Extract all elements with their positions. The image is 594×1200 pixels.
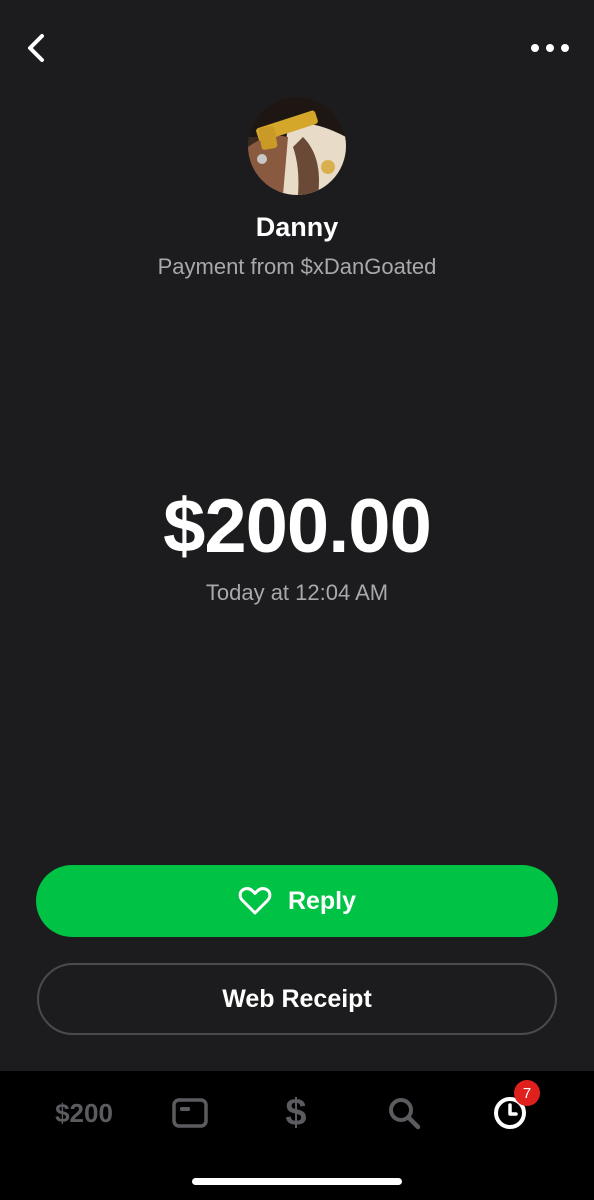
home-indicator[interactable] — [192, 1178, 402, 1185]
payment-timestamp: Today at 12:04 AM — [205, 580, 389, 605]
web-receipt-button[interactable]: Web Receipt — [37, 963, 557, 1035]
reply-button[interactable]: Reply — [36, 865, 558, 937]
balance-label: $200 — [55, 1097, 113, 1128]
sender-name: Danny — [255, 212, 339, 242]
more-options-button[interactable] — [528, 30, 572, 66]
dollar-icon: $ — [285, 1093, 306, 1133]
reply-label: Reply — [287, 886, 357, 915]
tab-pay[interactable]: $ — [266, 1083, 326, 1143]
tab-activity[interactable]: 7 — [480, 1080, 540, 1143]
back-button[interactable] — [18, 28, 54, 68]
payment-amount: $200.00 — [163, 484, 432, 569]
payment-source: Payment from $xDanGoated — [157, 254, 437, 279]
avatar-image — [248, 97, 346, 195]
card-icon — [172, 1098, 208, 1128]
search-icon — [389, 1098, 421, 1130]
tab-card[interactable] — [160, 1083, 220, 1143]
web-receipt-label: Web Receipt — [222, 984, 372, 1013]
payment-detail-screen: Danny Payment from $xDanGoated $200.00 T… — [0, 0, 594, 1200]
chevron-left-icon — [28, 34, 44, 62]
activity-badge: 7 — [514, 1080, 540, 1106]
heart-outline-icon — [238, 886, 272, 916]
avatar[interactable] — [248, 97, 346, 195]
svg-text:$: $ — [285, 1093, 306, 1133]
tab-balance[interactable]: $200 — [34, 1083, 134, 1143]
ellipsis-icon — [531, 44, 569, 52]
tab-search[interactable] — [374, 1083, 434, 1143]
